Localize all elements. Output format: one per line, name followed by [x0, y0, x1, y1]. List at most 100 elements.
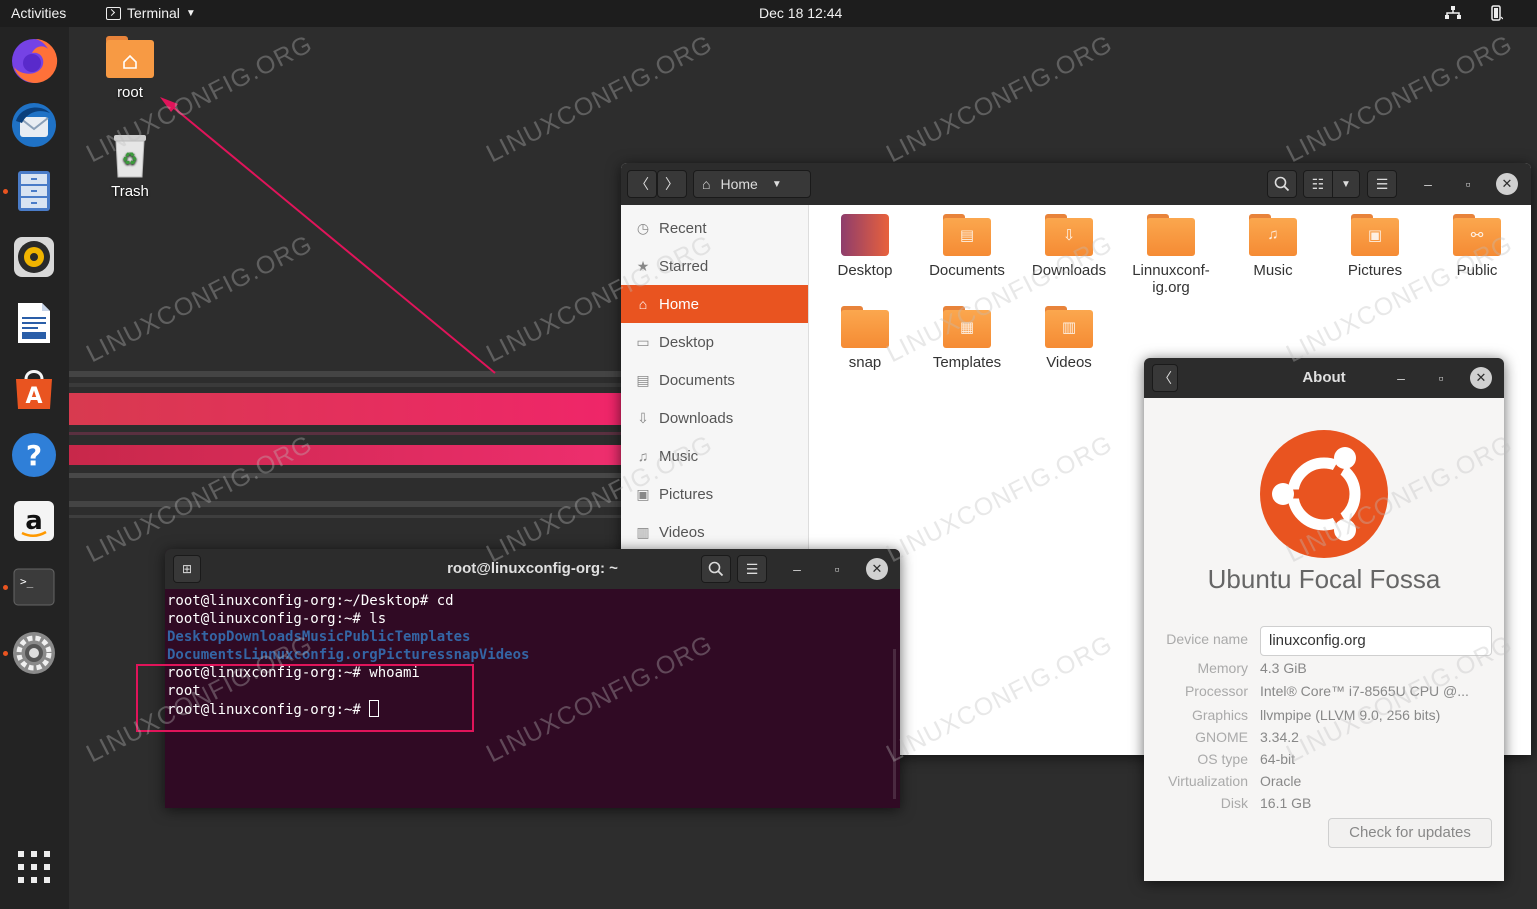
folder-item-desktop[interactable]: Desktop [815, 205, 915, 279]
folder-item-downloads[interactable]: ⇩ Downloads [1019, 205, 1119, 279]
sidebar-item-label: Home [659, 295, 700, 313]
folder-item-music[interactable]: ♫ Music [1223, 205, 1323, 279]
minimize-icon: – [1397, 370, 1405, 386]
terminal-mini-icon [106, 6, 121, 20]
sidebar-item-home[interactable]: ⌂ Home [621, 285, 808, 323]
writer-icon[interactable] [10, 299, 58, 347]
close-icon: ✕ [1470, 367, 1492, 389]
help-icon[interactable]: ? [10, 431, 58, 479]
info-row-disk: Disk 16.1 GB [1144, 795, 1504, 815]
info-value: 4.3 GiB [1260, 660, 1307, 676]
back-button[interactable]: 〈 [627, 170, 657, 198]
network-icon[interactable] [1445, 6, 1461, 20]
info-value: llvmpipe (LLVM 9.0, 256 bits) [1260, 707, 1441, 723]
activities-button[interactable]: Activities [11, 5, 66, 21]
amazon-icon[interactable]: a [10, 497, 58, 545]
ls-output-row: DocumentsLinnuxconfig.orgPicturessnapVid… [167, 646, 898, 664]
desktop-icon-label: root [117, 84, 143, 101]
folder-item-pictures[interactable]: ▣ Pictures [1325, 205, 1425, 279]
info-label: Memory [1197, 660, 1248, 676]
downloads-folder-icon: ⇩ [1045, 214, 1093, 256]
os-name: Ubuntu Focal Fossa [1207, 564, 1441, 594]
folder-item-videos[interactable]: ▥ Videos [1019, 297, 1119, 371]
folder-item-snap[interactable]: snap [815, 297, 915, 371]
rhythmbox-icon[interactable] [10, 233, 58, 281]
folder-item-linnuxconfig[interactable]: Linnuxconf-ig.org [1121, 205, 1221, 296]
documents-folder-icon: ▤ [943, 214, 991, 256]
app-menu[interactable]: Terminal ▼ [106, 5, 196, 21]
menu-button[interactable]: ☰ [1367, 170, 1397, 198]
forward-button[interactable]: 〉 [657, 170, 687, 198]
maximize-button[interactable]: ▫ [1456, 172, 1480, 196]
folder-label: Documents [929, 262, 1005, 279]
sidebar-item-label: Desktop [659, 333, 715, 351]
folder-item-public[interactable]: ⚯ Public [1427, 205, 1527, 279]
sidebar-item-desktop[interactable]: ▭ Desktop [621, 323, 808, 361]
sidebar-item-documents[interactable]: ▤ Documents [621, 361, 808, 399]
video-icon: ▥ [636, 523, 650, 540]
terminal-menu-button[interactable]: ☰ [737, 555, 767, 583]
app-menu-label: Terminal [127, 5, 180, 21]
ls-entry: Desktop [167, 629, 227, 645]
sidebar-item-recent[interactable]: ◷ Recent [621, 209, 808, 247]
music-icon: ♫ [637, 448, 649, 464]
document-icon: ▤ [636, 371, 650, 388]
maximize-button[interactable]: ▫ [825, 557, 849, 581]
view-list-button[interactable]: ☷ [1303, 170, 1333, 198]
search-icon [1274, 176, 1290, 192]
sidebar-item-downloads[interactable]: ⇩ Downloads [621, 399, 808, 437]
sidebar-item-videos[interactable]: ▥ Videos [621, 513, 808, 551]
running-indicator [3, 651, 8, 656]
maximize-button[interactable]: ▫ [1429, 366, 1453, 390]
desktop-icon-root[interactable]: root [90, 36, 170, 101]
terminal-scrollbar[interactable] [893, 649, 896, 799]
sidebar-item-music[interactable]: ♫ Music [621, 437, 808, 475]
folder-item-documents[interactable]: ▤ Documents [917, 205, 1017, 279]
location-bar[interactable]: ⌂ Home ▼ [693, 170, 811, 198]
svg-text:♻: ♻ [122, 149, 138, 170]
clock[interactable]: Dec 18 12:44 [759, 5, 842, 21]
folder-item-templates[interactable]: ▦ Templates [917, 297, 1017, 371]
info-value: 64-bit [1260, 751, 1296, 767]
info-value: 16.1 GB [1260, 795, 1312, 811]
hamburger-icon: ☰ [1375, 175, 1389, 192]
wallpaper-stripe [69, 383, 629, 387]
clock-icon: ◷ [636, 219, 650, 236]
location-label: Home [720, 176, 758, 192]
svg-text:>_: >_ [20, 575, 34, 588]
trash-icon: ♻ [114, 135, 146, 178]
sidebar-item-label: Music [659, 447, 699, 465]
check-for-updates-button[interactable]: Check for updates [1328, 818, 1492, 848]
view-options-button[interactable]: ▼ [1332, 170, 1360, 198]
sidebar-item-pictures[interactable]: ▣ Pictures [621, 475, 808, 513]
info-label: Disk [1220, 795, 1248, 811]
minimize-button[interactable]: – [1389, 366, 1413, 390]
close-button[interactable]: ✕ [1469, 366, 1493, 390]
highlight-box [136, 664, 474, 732]
power-menu-icon[interactable] [1489, 5, 1503, 21]
terminal-icon[interactable]: >_ [10, 563, 58, 611]
software-icon[interactable]: A [10, 365, 58, 413]
running-indicator [3, 189, 8, 194]
device-name-field[interactable]: linuxconfig.org [1260, 626, 1492, 656]
minimize-icon: – [793, 561, 801, 577]
minimize-button[interactable]: – [1416, 172, 1440, 196]
info-label: Graphics [1191, 707, 1248, 723]
files-icon[interactable] [10, 167, 58, 215]
wallpaper-stripe [69, 393, 629, 425]
close-button[interactable]: ✕ [1495, 172, 1519, 196]
sidebar-item-starred[interactable]: ★ Starred [621, 247, 808, 285]
settings-icon[interactable] [10, 629, 58, 677]
desktop-icon-trash[interactable]: ♻ Trash [90, 131, 170, 200]
thunderbird-icon[interactable] [10, 101, 58, 149]
show-applications-icon[interactable] [16, 849, 52, 885]
terminal-search-button[interactable] [701, 555, 731, 583]
firefox-icon[interactable] [10, 37, 58, 85]
close-button[interactable]: ✕ [865, 557, 889, 581]
wallpaper-stripe [69, 501, 629, 507]
svg-text:a: a [25, 506, 43, 536]
minimize-button[interactable]: – [785, 557, 809, 581]
search-button[interactable] [1267, 170, 1297, 198]
maximize-icon: ▫ [834, 561, 840, 577]
info-label: Virtualization [1168, 773, 1248, 789]
